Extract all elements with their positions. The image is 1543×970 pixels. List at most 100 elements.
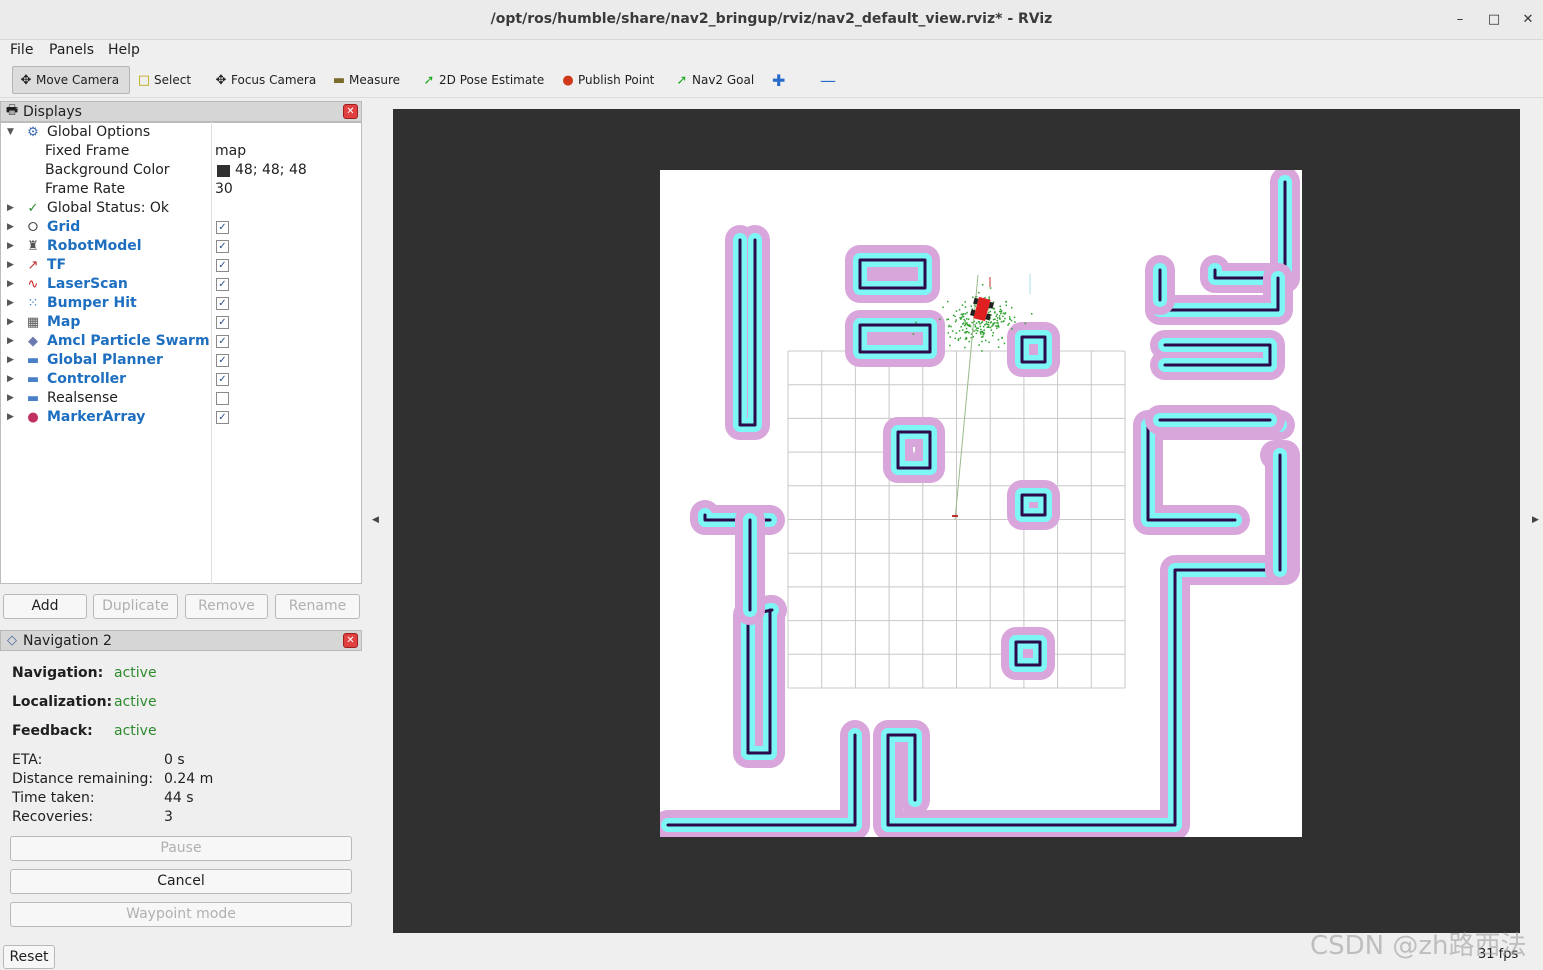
particle [960,316,963,319]
duplicate-display-button[interactable]: Duplicate [93,594,178,619]
maximize-button[interactable]: □ [1484,10,1504,30]
particle [987,321,989,324]
rename-display-button[interactable]: Rename [275,594,360,619]
navigation-close-button[interactable]: ✕ [343,633,358,648]
display-item[interactable]: ▶ ▬ Realsense [1,389,361,408]
collapse-arrow-icon[interactable]: ▼ [7,123,14,142]
tree-column-divider[interactable] [211,122,212,584]
particle [995,325,997,327]
displays-tree[interactable]: ▼ ⚙ Global Options Fixed Frame map Backg… [0,122,362,584]
particle [1000,321,1003,323]
reset-button[interactable]: Reset [3,945,55,969]
particle [989,287,992,289]
menu-file[interactable]: File [10,42,33,58]
particle [966,311,968,314]
nav2-goal-tool[interactable]: ➚ Nav2 Goal [669,66,758,94]
menu-panels[interactable]: Panels [49,42,94,58]
add-display-button[interactable]: Add [3,594,87,619]
display-item[interactable]: ▶ ♜ RobotModel ✓ [1,237,361,256]
expand-arrow-icon[interactable]: ▶ [7,256,14,275]
display-item[interactable]: ▶ ⁙ Bumper Hit ✓ [1,294,361,313]
particle [992,332,994,334]
remove-display-button[interactable]: Remove [185,594,268,619]
expand-arrow-icon[interactable]: ▶ [7,408,14,427]
select-tool[interactable]: □ Select [131,66,195,94]
menu-help[interactable]: Help [108,42,140,58]
expand-arrow-icon[interactable]: ▶ [7,351,14,370]
displays-panel-header: 🖶 Displays ✕ [0,101,362,122]
minimize-button[interactable]: – [1450,10,1470,30]
focus-camera-tool[interactable]: ✥ Focus Camera [208,66,320,94]
particle [966,322,968,324]
pose-estimate-tool[interactable]: ➚ 2D Pose Estimate [416,66,548,94]
particle [915,321,917,324]
display-enabled-checkbox[interactable]: ✓ [216,411,229,424]
display-item[interactable]: ▶ ▬ Global Planner ✓ [1,351,361,370]
display-item[interactable]: ▶ ▦ Map ✓ [1,313,361,332]
particle [988,296,990,298]
particle [994,322,996,324]
expand-arrow-icon[interactable]: ▶ [7,294,14,313]
particle [952,314,955,317]
expand-arrow-icon[interactable]: ▶ [7,332,14,351]
display-item-label: TF [47,257,67,273]
publish-point-label: Publish Point [578,73,655,87]
collapse-left-panel-icon[interactable]: ◀ [372,515,379,525]
render-viewport[interactable] [393,109,1520,933]
waypoint-mode-button[interactable]: Waypoint mode [10,902,352,927]
display-enabled-checkbox[interactable]: ✓ [216,335,229,348]
display-enabled-checkbox[interactable]: ✓ [216,240,229,253]
expand-arrow-icon[interactable]: ▶ [7,237,14,256]
tree-row-background-color[interactable]: Background Color 48; 48; 48 [1,161,361,180]
tree-row-frame-rate[interactable]: Frame Rate 30 [1,180,361,199]
folder-icon: ▬ [26,372,40,387]
tree-row-fixed-frame[interactable]: Fixed Frame map [1,142,361,161]
frame-rate-value[interactable]: 30 [215,180,233,199]
add-tool-button[interactable]: ✚ [768,66,789,94]
expand-arrow-icon[interactable]: ▶ [7,370,14,389]
pause-button[interactable]: Pause [10,836,352,861]
particle [974,324,976,326]
particle [1002,312,1005,315]
particle [966,330,969,333]
close-window-button[interactable]: ✕ [1518,10,1538,30]
particle [980,328,982,331]
display-enabled-checkbox[interactable]: ✓ [216,297,229,310]
tree-row-global-status[interactable]: ▶ ✓ Global Status: Ok [1,199,361,218]
particle [1024,322,1026,325]
particle [985,321,988,323]
tree-row-global-options[interactable]: ▼ ⚙ Global Options [1,123,361,142]
expand-arrow-icon[interactable]: ▶ [7,389,14,408]
particle [999,310,1001,313]
publish-point-tool[interactable]: ● Publish Point [555,66,658,94]
display-item[interactable]: ▶ ⭘ Grid ✓ [1,218,361,237]
remove-tool-button[interactable]: — [816,66,840,94]
cancel-button[interactable]: Cancel [10,869,352,894]
move-camera-tool[interactable]: ✥ Move Camera [12,66,130,94]
expand-arrow-icon[interactable]: ▶ [7,313,14,332]
particle [975,329,977,331]
display-enabled-checkbox[interactable]: ✓ [216,373,229,386]
expand-arrow-icon[interactable]: ▶ [7,218,14,237]
display-item[interactable]: ▶ ◆ Amcl Particle Swarm ✓ [1,332,361,351]
expand-arrow-icon[interactable]: ▶ [7,275,14,294]
fixed-frame-value[interactable]: map [215,142,246,161]
measure-tool[interactable]: ▬ Measure [326,66,404,94]
display-enabled-checkbox[interactable] [216,392,229,405]
background-color-value[interactable]: 48; 48; 48 [235,161,307,180]
color-swatch[interactable] [217,165,230,177]
display-item[interactable]: ▶ ↗ TF ✓ [1,256,361,275]
display-enabled-checkbox[interactable]: ✓ [216,259,229,272]
display-item[interactable]: ▶ ▬ Controller ✓ [1,370,361,389]
display-enabled-checkbox[interactable]: ✓ [216,354,229,367]
display-enabled-checkbox[interactable]: ✓ [216,316,229,329]
displays-close-button[interactable]: ✕ [343,104,358,119]
collapse-right-panel-icon[interactable]: ▶ [1532,515,1539,525]
display-item[interactable]: ▶ ● MarkerArray ✓ [1,408,361,427]
particle [981,284,984,286]
display-enabled-checkbox[interactable]: ✓ [216,278,229,291]
display-enabled-checkbox[interactable]: ✓ [216,221,229,234]
expand-arrow-icon[interactable]: ▶ [7,199,14,218]
particle [981,340,983,343]
display-item[interactable]: ▶ ∿ LaserScan ✓ [1,275,361,294]
